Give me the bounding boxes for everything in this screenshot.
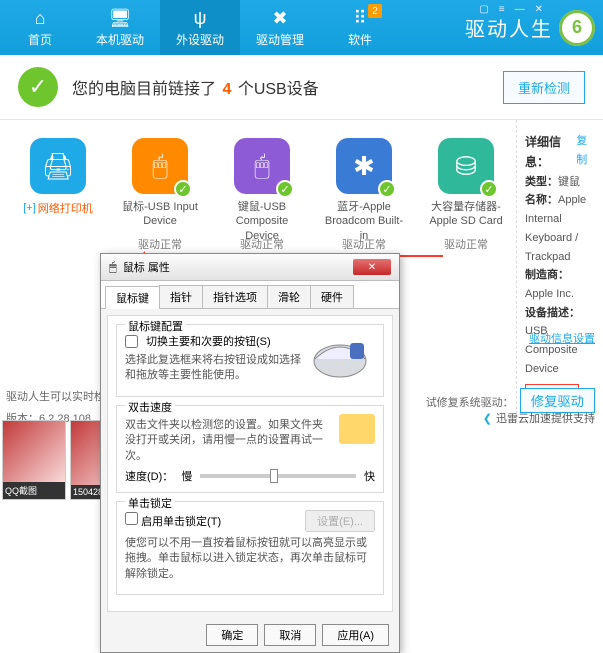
keyboard-mouse-icon: 🖱✓ — [234, 138, 290, 194]
apps-icon: ⠿ — [353, 8, 366, 29]
dialog-close-button[interactable]: ✕ — [353, 259, 391, 275]
device-status: 驱动正常 — [138, 236, 182, 252]
mouse-illustration — [305, 333, 375, 381]
status-banner: ✓ 您的电脑目前链接了 4 个USB设备 重新检测 — [0, 55, 603, 120]
folder-icon[interactable] — [339, 414, 375, 444]
dialog-actions: 确定 取消 应用(A) — [101, 618, 399, 652]
xunlei-credit: ❮迅雷云加速提供支持 — [483, 410, 595, 426]
brand: 驱动人生 6 — [465, 0, 595, 55]
dialog-titlebar[interactable]: 🖱 鼠标 属性 ✕ — [101, 254, 399, 281]
group-desc: 使您可以不用一直按着鼠标按钮就可以高亮显示或拖拽。单击鼠标以进入锁定状态，再次单… — [125, 536, 375, 582]
brand-text: 驱动人生 — [465, 13, 553, 42]
network-print-link[interactable]: [+]网络打印机 — [23, 200, 93, 216]
brand-logo-icon: 6 — [559, 10, 595, 46]
check-icon: ✓ — [18, 67, 58, 107]
click-lock-checkbox[interactable]: 启用单击锁定(T) — [125, 512, 221, 529]
rescan-button[interactable]: 重新检测 — [503, 71, 585, 104]
device-name: 大容量存储器-Apple SD Card — [426, 200, 506, 228]
printer-icon: 🖨 — [30, 138, 86, 194]
thumbnail[interactable]: QQ截图 — [2, 420, 66, 500]
device-name: 键鼠-USB Composite Device — [222, 200, 302, 228]
tab-software[interactable]: ⠿ 软件 2 — [320, 0, 400, 55]
badge-count: 2 — [368, 4, 382, 18]
detail-title: 详细信息：复制 — [525, 132, 595, 173]
tab-pointer-options[interactable]: 指针选项 — [202, 285, 268, 308]
tab-buttons[interactable]: 鼠标键 — [105, 286, 160, 309]
device-status: 驱动正常 — [240, 236, 284, 252]
mouse-icon: 🖱 — [109, 259, 117, 275]
settings-button[interactable]: 设置(E)... — [305, 510, 375, 532]
swap-buttons-checkbox[interactable]: 切换主要和次要的按钮(S) — [125, 333, 305, 349]
mouse-properties-dialog: 🖱 鼠标 属性 ✕ 鼠标键 指针 指针选项 滑轮 硬件 鼠标键配置 切换主要和次… — [100, 253, 400, 653]
banner-text: 您的电脑目前链接了 4 个USB设备 — [72, 75, 319, 99]
group-title: 双击速度 — [125, 399, 175, 415]
tab-label: 软件 — [348, 31, 372, 48]
tab-label: 外设驱动 — [176, 31, 224, 48]
dialog-body: 鼠标键配置 切换主要和次要的按钮(S) 选择此复选框来将右按钮设成如选择和拖放等… — [107, 315, 393, 612]
cancel-button[interactable]: 取消 — [264, 624, 316, 646]
plus-icon: [+] — [23, 202, 36, 214]
detail-type: 键鼠 — [558, 176, 580, 188]
drive-icon: ⛁✓ — [438, 138, 494, 194]
home-icon: ⌂ — [35, 8, 46, 29]
ok-badge-icon: ✓ — [174, 180, 192, 198]
speed-label: 速度(D)： — [125, 468, 173, 484]
dialog-tabs: 鼠标键 指针 指针选项 滑轮 硬件 — [101, 281, 399, 309]
tab-wheel[interactable]: 滑轮 — [267, 285, 311, 308]
group-click-lock: 单击锁定 启用单击锁定(T) 设置(E)... 使您可以不用一直按着鼠标按钮就可… — [116, 501, 384, 595]
device-status: 驱动正常 — [444, 236, 488, 252]
usb-icon: ψ — [194, 8, 207, 29]
tab-hardware[interactable]: 硬件 — [310, 285, 354, 308]
ok-badge-icon: ✓ — [276, 180, 294, 198]
device-printer[interactable]: 🖨 [+]网络打印机 — [18, 138, 98, 419]
detail-vendor: Apple Inc. — [525, 288, 574, 300]
bluetooth-icon: ✱✓ — [336, 138, 392, 194]
group-desc: 双击文件夹以检测您的设置。如果文件夹没打开或关闭，请用慢一点的设置再试一次。 — [125, 418, 375, 464]
tab-home[interactable]: ⌂ 首页 — [0, 0, 80, 55]
monitor-icon: 🖥 — [109, 8, 132, 29]
tab-peripheral-driver[interactable]: ψ 外设驱动 — [160, 0, 240, 55]
group-title: 单击锁定 — [125, 495, 175, 511]
device-status: 驱动正常 — [342, 236, 386, 252]
speed-slider[interactable] — [200, 474, 356, 478]
tab-driver-manage[interactable]: ✖ 驱动管理 — [240, 0, 320, 55]
tab-label: 首页 — [28, 31, 52, 48]
wrench-icon: ✖ — [272, 8, 287, 29]
ok-button[interactable]: 确定 — [206, 624, 258, 646]
ok-badge-icon: ✓ — [378, 180, 396, 198]
top-nav: ⌂首页 🖥本机驱动 ψ外设驱动 ✖驱动管理 ⠿软件2 ▢ ≡ — ✕ 驱动人生 … — [0, 0, 603, 55]
tab-pointer[interactable]: 指针 — [159, 285, 203, 308]
detail-panel: 详细信息：复制 类型：键鼠 名称：Apple Internal Keyboard… — [516, 120, 603, 419]
device-name: 鼠标-USB Input Device — [120, 200, 200, 228]
ok-badge-icon: ✓ — [480, 180, 498, 198]
tab-label: 驱动管理 — [256, 31, 304, 48]
apply-button[interactable]: 应用(A) — [322, 624, 389, 646]
group-double-click: 双击速度 双击文件夹以检测您的设置。如果文件夹没打开或关闭，请用慢一点的设置再试… — [116, 405, 384, 493]
tab-label: 本机驱动 — [96, 31, 144, 48]
group-title: 鼠标键配置 — [125, 318, 186, 334]
slow-label: 慢 — [181, 468, 192, 484]
device-storage[interactable]: ⛁✓ 大容量存储器-Apple SD Card 驱动正常 — [426, 138, 506, 419]
dialog-title: 鼠标 属性 — [123, 259, 170, 275]
device-name: 蓝牙-Apple Broadcom Built-in — [324, 200, 404, 228]
bird-icon: ❮ — [483, 413, 492, 425]
copy-link[interactable]: 复制 — [576, 132, 595, 173]
fast-label: 快 — [364, 468, 375, 484]
tab-local-driver[interactable]: 🖥 本机驱动 — [80, 0, 160, 55]
driver-info-settings-link[interactable]: 驱动信息设置 — [529, 330, 595, 349]
group-button-config: 鼠标键配置 切换主要和次要的按钮(S) 选择此复选框来将右按钮设成如选择和拖放等… — [116, 324, 384, 397]
mouse-icon: 🖱✓ — [132, 138, 188, 194]
